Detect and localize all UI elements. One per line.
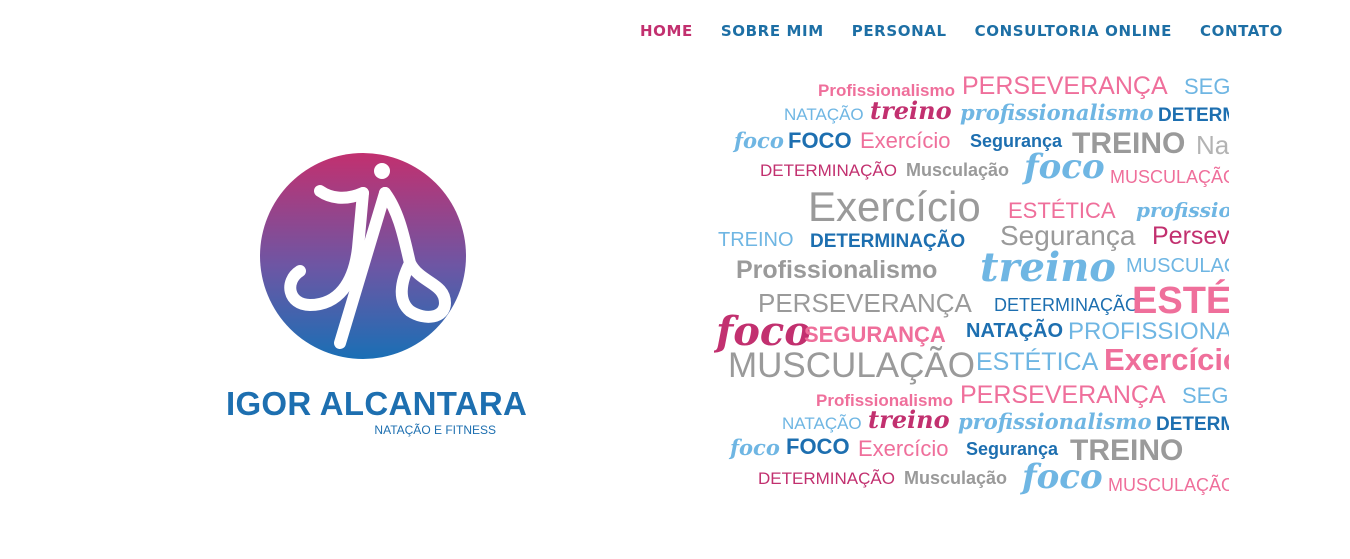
monogram-logo-icon bbox=[260, 153, 466, 359]
nav-sobre-mim[interactable]: SOBRE MIM bbox=[721, 22, 824, 40]
word-cloud-word: SEGURANÇA bbox=[1182, 383, 1229, 408]
word-cloud-word: NATAÇÃO bbox=[784, 105, 864, 124]
word-cloud-image: Profissionalismo PERSEVERANÇA SEGURANÇA … bbox=[714, 72, 1229, 498]
main-nav: HOME SOBRE MIM PERSONAL CONSULTORIA ONLI… bbox=[640, 22, 1283, 40]
word-cloud-word: Exercício bbox=[858, 436, 949, 461]
word-cloud-word: Exercício bbox=[808, 183, 981, 230]
word-cloud-word: PERSEVERANÇA bbox=[960, 381, 1166, 409]
word-cloud-word: foco bbox=[734, 128, 784, 153]
word-cloud-word: Musculação bbox=[904, 468, 1008, 488]
word-cloud-word: MUSCULAÇÃO bbox=[1108, 475, 1229, 495]
word-cloud-word: SEGURANÇA bbox=[1184, 74, 1229, 99]
brand-logo[interactable]: IGOR ALCANTARA NATAÇÃO E FITNESS bbox=[226, 153, 528, 443]
word-cloud-word: Exercício bbox=[1104, 342, 1229, 377]
word-cloud-word: Segurança bbox=[966, 439, 1059, 459]
word-cloud-word: PERSEVERANÇA bbox=[962, 72, 1168, 100]
word-cloud-word: Musculação bbox=[906, 160, 1010, 180]
word-cloud-word: Perseverança bbox=[1152, 222, 1229, 250]
word-cloud-word: treino bbox=[870, 96, 952, 125]
word-cloud-word: Natação bbox=[1196, 130, 1229, 160]
word-cloud-word: MUSCULAÇÃO bbox=[1126, 255, 1229, 277]
word-cloud-word: MUSCULAÇÃO bbox=[1110, 167, 1229, 187]
word-cloud-word: DETERMINAÇÃO bbox=[1156, 414, 1229, 435]
word-cloud-word: MUSCULAÇÃO bbox=[728, 346, 975, 385]
word-cloud-word: DETERMINAÇÃO bbox=[994, 295, 1140, 315]
word-cloud-word: DETERMINAÇÃO bbox=[758, 469, 895, 488]
word-cloud-word: profissionalismo bbox=[958, 409, 1152, 434]
word-cloud-word: DETERMINAÇÃO bbox=[760, 161, 897, 180]
word-cloud-word: Exercício bbox=[860, 128, 951, 153]
word-cloud-word: treino bbox=[868, 405, 950, 434]
word-cloud-word: profissionalismo bbox=[960, 100, 1154, 125]
word-cloud-word: foco bbox=[1022, 457, 1103, 497]
word-cloud-word: DETERMINAÇÃO bbox=[1158, 105, 1229, 126]
brand-name: IGOR ALCANTARA bbox=[226, 385, 528, 422]
word-cloud-word: FOCO bbox=[788, 128, 852, 153]
word-cloud-word: TREINO bbox=[718, 229, 794, 251]
word-cloud-word: foco bbox=[730, 435, 780, 460]
nav-contato[interactable]: CONTATO bbox=[1200, 22, 1283, 40]
word-cloud-word: NATAÇÃO bbox=[966, 320, 1064, 342]
word-cloud-word: ESTÉTICA bbox=[1132, 280, 1229, 322]
nav-home[interactable]: HOME bbox=[640, 22, 693, 40]
nav-consultoria-online[interactable]: CONSULTORIA ONLINE bbox=[975, 22, 1172, 40]
word-cloud-word: profissionalismo bbox=[1136, 198, 1229, 222]
word-cloud-word: ESTÉTICA bbox=[1008, 198, 1116, 223]
word-cloud-word: foco bbox=[1024, 147, 1105, 187]
word-cloud-word: ESTÉTICA bbox=[976, 348, 1099, 376]
word-cloud-word: FOCO bbox=[786, 434, 850, 459]
nav-personal[interactable]: PERSONAL bbox=[852, 22, 947, 40]
brand-tagline: NATAÇÃO E FITNESS bbox=[374, 423, 496, 437]
word-cloud-word: PROFISSIONALISMO bbox=[1068, 318, 1229, 345]
word-cloud-word: NATAÇÃO bbox=[782, 414, 862, 433]
word-cloud-word: DETERMINAÇÃO bbox=[810, 231, 966, 252]
word-cloud-word: Profissionalismo bbox=[736, 256, 938, 284]
word-cloud-word: treino bbox=[980, 244, 1116, 291]
word-cloud-word: SEGURANÇA bbox=[804, 322, 946, 347]
